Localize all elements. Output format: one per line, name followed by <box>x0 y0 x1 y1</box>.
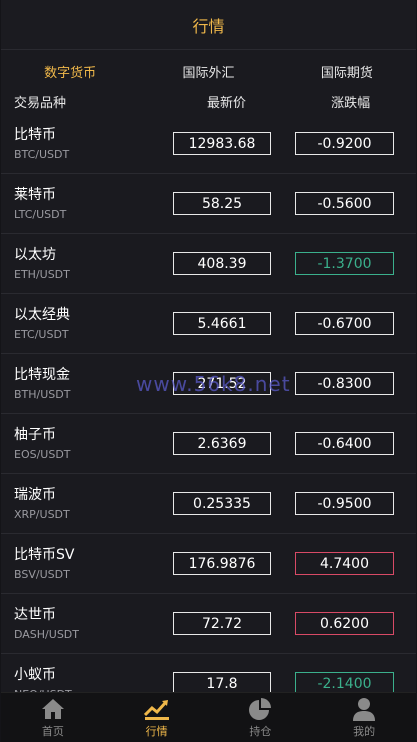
home-icon <box>40 697 66 721</box>
coin-name: 莱特币 <box>14 187 56 203</box>
latest-price: 176.9876 <box>173 552 271 575</box>
tab-crypto[interactable]: 数字货币 <box>1 62 139 81</box>
tabbar-profile[interactable]: 我的 <box>312 693 416 742</box>
latest-price: 271.52 <box>173 372 271 395</box>
bottom-tabbar: 首页 行情 持仓 我的 <box>1 692 416 742</box>
coin-info: 比特币 BTC/USDT <box>14 126 172 161</box>
coin-pair: BTH/USDT <box>14 388 71 401</box>
pie-chart-icon <box>247 697 273 721</box>
table-row[interactable]: 比特现金 BTH/USDT 271.52 -0.8300 <box>1 354 416 414</box>
tabbar-market[interactable]: 行情 <box>105 693 209 742</box>
change-badge: -1.3700 <box>295 252 394 275</box>
table-row[interactable]: 比特币SV BSV/USDT 176.9876 4.7400 <box>1 534 416 594</box>
table-row[interactable]: 以太经典 ETC/USDT 5.4661 -0.6700 <box>1 294 416 354</box>
table-row[interactable]: 比特币 BTC/USDT 12983.68 -0.9200 <box>1 114 416 174</box>
change-badge: -0.9200 <box>295 132 394 155</box>
price-cell: 0.25335 <box>172 492 295 515</box>
tab-forex[interactable]: 国际外汇 <box>139 62 277 81</box>
table-row[interactable]: 小蚁币NEO/USDT17.8 -2.1400 <box>1 654 416 692</box>
price-cell: 72.72 <box>172 612 295 635</box>
price-cell: 271.52 <box>172 372 295 395</box>
price-cell: 176.9876 <box>172 552 295 575</box>
change-badge: 4.7400 <box>295 552 394 575</box>
coin-name: 比特币SV <box>14 547 75 563</box>
latest-price: 0.25335 <box>173 492 271 515</box>
coin-pair: ETC/USDT <box>14 328 69 341</box>
market-list: 比特币 BTC/USDT 12983.68 -0.9200 莱特币 LTC/USDT 58.… <box>1 114 416 692</box>
column-headers: 交易品种 最新价 涨跌幅 <box>1 88 416 114</box>
coin-name: 比特现金 <box>14 367 70 383</box>
latest-price: 58.25 <box>173 192 271 215</box>
column-symbol: 交易品种 <box>14 95 67 111</box>
latest-price: 17.8 <box>173 672 271 692</box>
page-title: 行情 <box>192 16 225 36</box>
app: 行情 数字货币 国际外汇 国际期货 交易品种 最新价 涨跌幅 比特币 BTC/US… <box>1 0 416 742</box>
chart-icon <box>143 697 170 721</box>
change-badge: -0.8300 <box>295 372 394 395</box>
coin-pair: DASH/USDT <box>14 628 79 641</box>
column-change: 涨跌幅 <box>331 95 371 111</box>
coin-name: 以太经典 <box>14 307 70 323</box>
change-badge: -0.6700 <box>295 312 394 335</box>
latest-price: 12983.68 <box>173 132 271 155</box>
change-badge: -0.9500 <box>295 492 394 515</box>
latest-price: 5.4661 <box>173 312 271 335</box>
table-row[interactable]: 柚子币 EOS/USDT 2.6369 -0.6400 <box>1 414 416 474</box>
change-badge: -2.1400 <box>295 672 394 692</box>
price-cell: 408.39 <box>172 252 295 275</box>
column-price: 最新价 <box>207 95 247 111</box>
coin-info: 达世币 DASH/USDT <box>14 606 172 641</box>
tabbar-positions-label: 持仓 <box>249 724 272 738</box>
price-cell: 5.4661 <box>172 312 295 335</box>
tabbar-home-label: 首页 <box>41 724 64 738</box>
coin-info: 比特币SV BSV/USDT <box>14 546 172 581</box>
market-tabs: 数字货币 国际外汇 国际期货 <box>1 50 416 88</box>
user-icon <box>351 697 377 721</box>
coin-pair: BTC/USDT <box>14 148 70 161</box>
price-cell: 2.6369 <box>172 432 295 455</box>
change-badge: -0.5600 <box>295 192 394 215</box>
coin-pair: BSV/USDT <box>14 568 70 581</box>
price-cell: 17.8 <box>172 672 295 692</box>
coin-info: 莱特币 LTC/USDT <box>14 186 172 221</box>
coin-pair: EOS/USDT <box>14 448 71 461</box>
coin-info: 以太经典 ETC/USDT <box>14 306 172 341</box>
tabbar-market-label: 行情 <box>145 724 168 738</box>
coin-pair: LTC/USDT <box>14 208 67 221</box>
table-row[interactable]: 以太坊 ETH/USDT 408.39 -1.3700 <box>1 234 416 294</box>
coin-name: 瑞波币 <box>14 487 56 503</box>
coin-info: 瑞波币 XRP/USDT <box>14 486 172 521</box>
latest-price: 72.72 <box>173 612 271 635</box>
coin-info: 以太坊 ETH/USDT <box>14 246 172 281</box>
table-row[interactable]: 莱特币 LTC/USDT 58.25 -0.5600 <box>1 174 416 234</box>
coin-name: 以太坊 <box>14 247 56 263</box>
tabbar-positions[interactable]: 持仓 <box>209 693 313 742</box>
price-cell: 58.25 <box>172 192 295 215</box>
latest-price: 408.39 <box>173 252 271 275</box>
latest-price: 2.6369 <box>173 432 271 455</box>
table-row[interactable]: 达世币 DASH/USDT 72.72 0.6200 <box>1 594 416 654</box>
coin-info: 小蚁币NEO/USDT <box>14 666 172 692</box>
coin-pair: XRP/USDT <box>14 508 70 521</box>
tab-futures[interactable]: 国际期货 <box>278 62 416 81</box>
coin-name: 小蚁币 <box>14 667 56 683</box>
tabbar-profile-label: 我的 <box>353 724 376 738</box>
table-row[interactable]: 瑞波币 XRP/USDT 0.25335 -0.9500 <box>1 474 416 534</box>
tabbar-home[interactable]: 首页 <box>1 693 105 742</box>
header: 行情 <box>1 0 416 50</box>
coin-info: 柚子币 EOS/USDT <box>14 426 172 461</box>
coin-name: 柚子币 <box>14 427 56 443</box>
coin-name: 比特币 <box>14 127 56 143</box>
change-badge: -0.6400 <box>295 432 394 455</box>
change-badge: 0.6200 <box>295 612 394 635</box>
coin-name: 达世币 <box>14 607 56 623</box>
coin-pair: ETH/USDT <box>14 268 70 281</box>
price-cell: 12983.68 <box>172 132 295 155</box>
coin-info: 比特现金 BTH/USDT <box>14 366 172 401</box>
